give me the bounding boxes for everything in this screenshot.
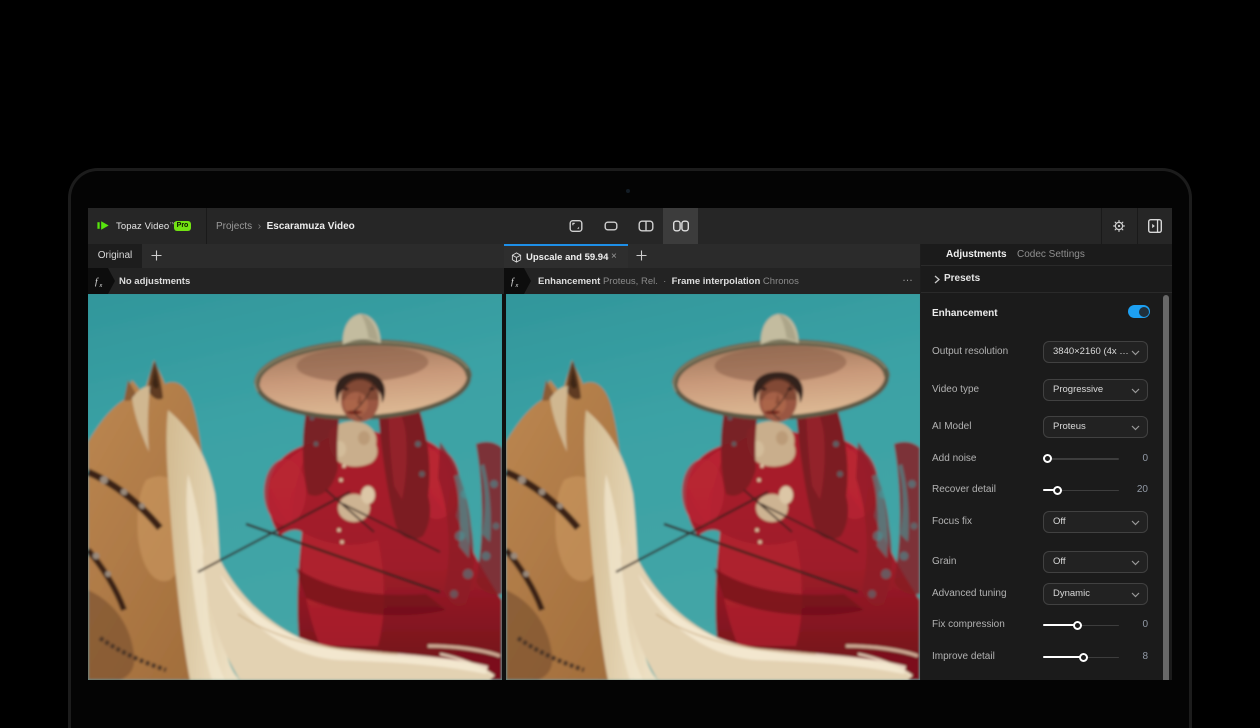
svg-text:x: x xyxy=(515,283,519,289)
svg-text:x: x xyxy=(99,283,103,289)
